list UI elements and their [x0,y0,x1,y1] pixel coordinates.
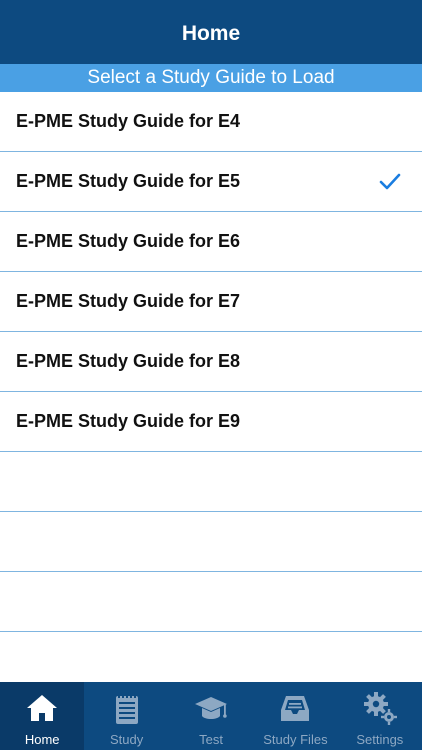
study-guide-row-e5[interactable]: E-PME Study Guide for E5 [0,152,422,212]
study-guide-row-e9[interactable]: E-PME Study Guide for E9 [0,392,422,452]
tab-label: Study Files [263,732,328,747]
graduation-cap-icon [195,697,228,719]
study-guide-label: E-PME Study Guide for E4 [16,111,241,131]
section-header: Select a Study Guide to Load [0,64,422,92]
tab-label: Settings [356,732,404,747]
tab-bar: Home Study Test Study Files Settings [0,682,422,750]
inbox-tray-icon [281,696,310,721]
navigation-bar: Home [0,0,422,64]
tab-study-files[interactable]: Study Files [253,682,337,750]
study-guide-row-e4[interactable]: E-PME Study Guide for E4 [0,92,422,152]
study-guide-label: E-PME Study Guide for E6 [16,231,241,251]
study-guide-row-e6[interactable]: E-PME Study Guide for E6 [0,212,422,272]
study-guide-row-e8[interactable]: E-PME Study Guide for E8 [0,332,422,392]
study-guide-label: E-PME Study Guide for E9 [16,411,241,431]
empty-row [0,512,422,572]
study-guide-label: E-PME Study Guide for E8 [16,351,241,371]
tab-label: Study [109,732,144,747]
tab-label: Test [199,732,223,747]
section-header-label: Select a Study Guide to Load [87,67,335,88]
study-guide-label: E-PME Study Guide for E5 [16,171,241,191]
tab-study[interactable]: Study [84,682,168,750]
tab-home[interactable]: Home [0,682,85,750]
notepad-icon [115,693,138,724]
tab-test[interactable]: Test [169,682,253,750]
page-title: Home [181,22,241,45]
home-icon [27,695,58,721]
checkmark-icon [378,170,402,194]
tab-label: Home [24,732,60,747]
tab-settings[interactable]: Settings [338,682,422,750]
gears-icon [363,692,397,725]
study-guide-list: E-PME Study Guide for E4 E-PME Study Gui… [0,92,422,692]
empty-row [0,452,422,512]
study-guide-label: E-PME Study Guide for E7 [16,291,241,311]
empty-row [0,572,422,632]
study-guide-row-e7[interactable]: E-PME Study Guide for E7 [0,272,422,332]
